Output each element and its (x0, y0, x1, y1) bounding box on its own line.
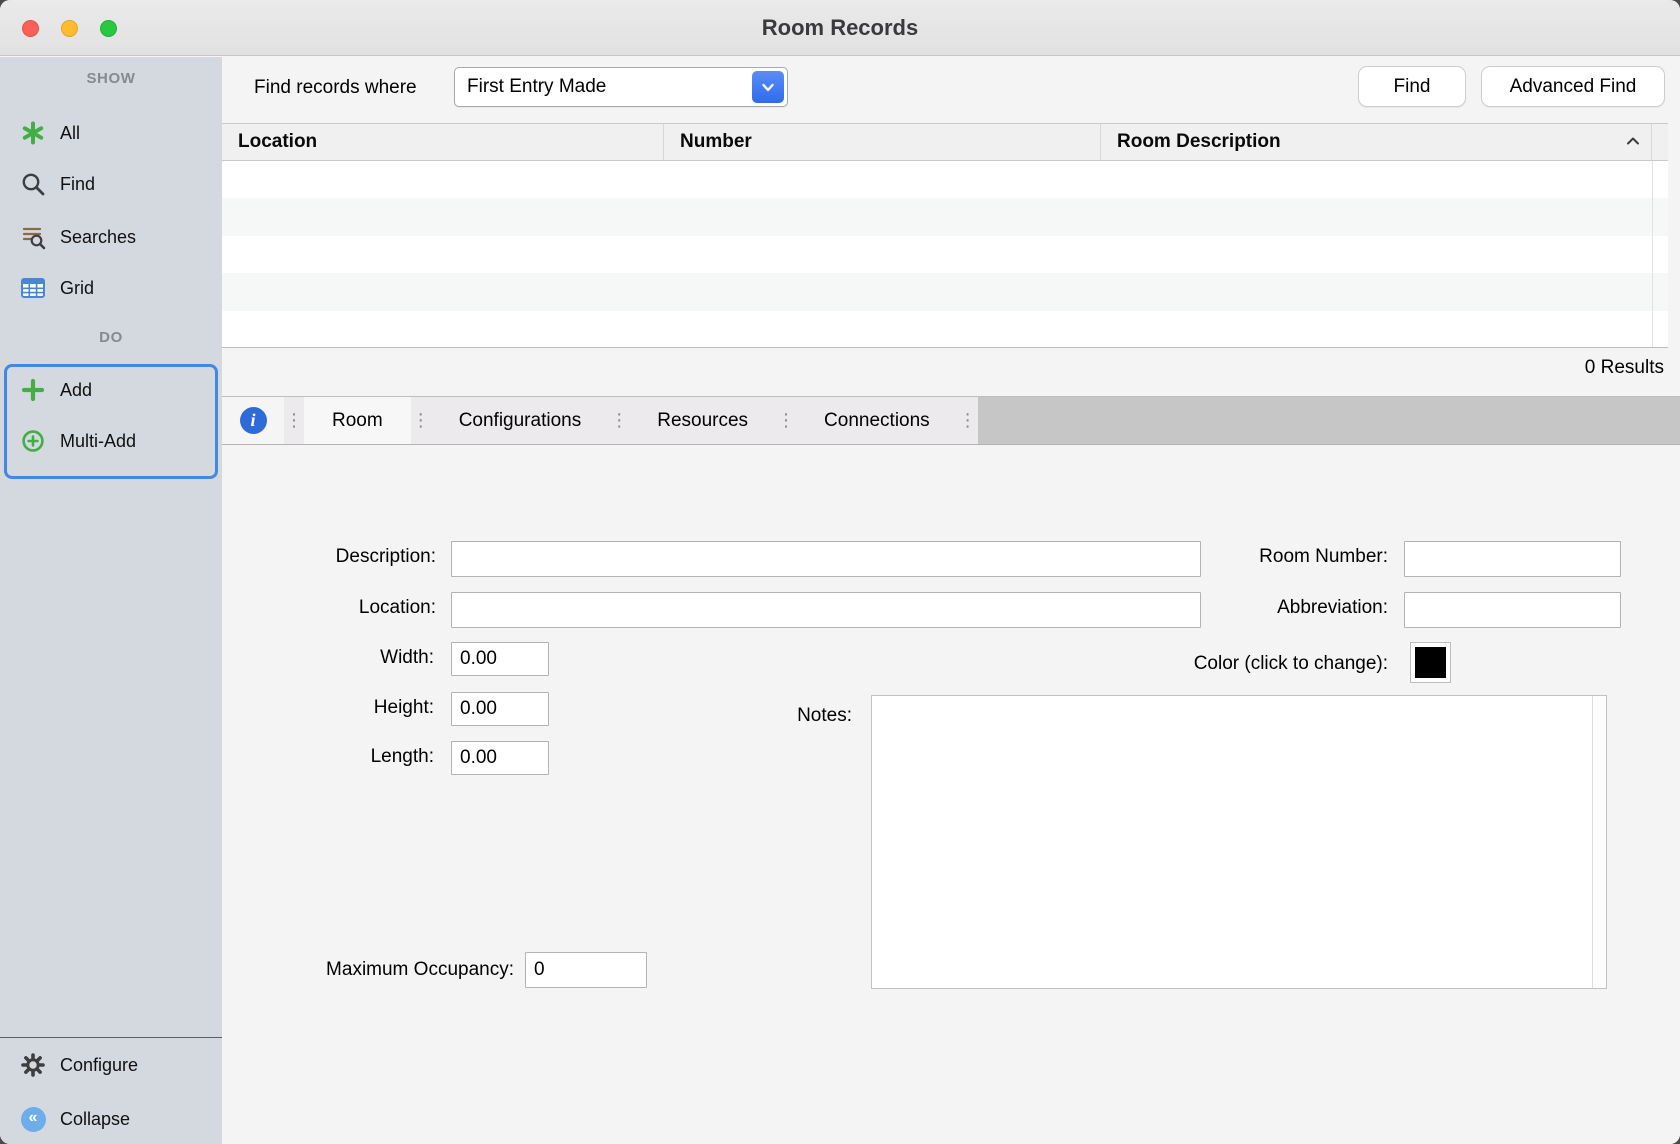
zoom-button[interactable] (100, 20, 117, 37)
abbreviation-input[interactable] (1404, 592, 1621, 628)
tab-resources[interactable]: Resources (629, 397, 776, 444)
column-header-location[interactable]: Location (222, 124, 664, 160)
sidebar-item-label: Multi-Add (60, 431, 136, 452)
results-count: 0 Results (1585, 357, 1664, 379)
notes-label: Notes: (712, 705, 852, 727)
grid-icon (20, 275, 46, 301)
sidebar-item-add[interactable]: Add (0, 366, 222, 414)
sidebar-item-grid[interactable]: Grid (0, 264, 222, 312)
color-label: Color (click to change): (1038, 653, 1388, 675)
color-swatch[interactable] (1410, 642, 1451, 683)
sidebar-item-collapse[interactable]: « Collapse (0, 1095, 222, 1143)
sidebar-item-searches[interactable]: Searches (0, 213, 222, 261)
tab-room[interactable]: Room (304, 397, 411, 444)
room-form: Description: Room Number: Location: Abbr… (222, 446, 1680, 1144)
description-label: Description: (262, 546, 436, 568)
tab-configurations[interactable]: Configurations (431, 397, 610, 444)
abbreviation-label: Abbreviation: (1188, 597, 1388, 619)
advanced-find-button[interactable]: Advanced Find (1481, 66, 1665, 107)
sidebar-item-label: All (60, 123, 80, 144)
results-table-body (222, 161, 1668, 348)
height-input[interactable] (451, 692, 549, 726)
close-button[interactable] (22, 20, 39, 37)
magnifier-icon (20, 171, 46, 197)
dropdown-selected-value: First Entry Made (467, 68, 606, 106)
tab-separator: ⋮ (284, 397, 304, 444)
length-label: Length: (322, 746, 434, 768)
sidebar-item-multi-add[interactable]: Multi-Add (0, 417, 222, 465)
column-header-number[interactable]: Number (664, 124, 1101, 160)
notes-textarea[interactable] (871, 695, 1607, 989)
sidebar-item-find[interactable]: Find (0, 160, 222, 208)
sidebar-item-all[interactable]: All (0, 109, 222, 157)
find-button[interactable]: Find (1358, 66, 1466, 107)
tab-separator: ⋮ (958, 397, 978, 444)
sidebar-item-label: Configure (60, 1055, 138, 1076)
sidebar-divider (0, 1037, 222, 1038)
header-scrollbar-cell (1652, 124, 1668, 160)
tab-group: i ⋮ Room ⋮ Configurations ⋮ Resources ⋮ … (222, 397, 978, 444)
color-swatch-fill (1415, 647, 1446, 678)
tab-strip: i ⋮ Room ⋮ Configurations ⋮ Resources ⋮ … (222, 396, 1680, 445)
room-number-input[interactable] (1404, 541, 1621, 577)
location-label: Location: (262, 597, 436, 619)
maximum-occupancy-input[interactable] (525, 952, 647, 988)
asterisk-icon (20, 120, 46, 146)
do-section-header: DO (0, 329, 222, 346)
results-table-header: Location Number Room Description (222, 123, 1668, 161)
find-records-where-label: Find records where (254, 68, 417, 108)
notes-scrollbar-track[interactable] (1592, 696, 1606, 988)
info-button[interactable]: i (222, 397, 284, 444)
sort-ascending-icon[interactable] (1625, 131, 1641, 153)
info-icon: i (240, 407, 267, 434)
room-number-label: Room Number: (1188, 546, 1388, 568)
tab-connections[interactable]: Connections (796, 397, 958, 444)
column-header-room-description[interactable]: Room Description (1101, 124, 1652, 160)
window-title: Room Records (0, 0, 1680, 56)
height-label: Height: (322, 697, 434, 719)
table-scrollbar-track[interactable] (1652, 161, 1668, 347)
location-input[interactable] (451, 592, 1201, 628)
description-input[interactable] (451, 541, 1201, 577)
tab-separator: ⋮ (609, 397, 629, 444)
sidebar-item-label: Searches (60, 227, 136, 248)
sidebar-item-label: Find (60, 174, 95, 195)
titlebar: Room Records (0, 0, 1680, 56)
find-field-dropdown[interactable]: First Entry Made (454, 67, 788, 107)
collapse-icon: « (20, 1106, 46, 1132)
sidebar-item-label: Add (60, 380, 92, 401)
tab-separator: ⋮ (411, 397, 431, 444)
width-label: Width: (322, 647, 434, 669)
traffic-lights (22, 20, 117, 37)
app-window: Room Records SHOW All Find (0, 0, 1680, 1144)
column-header-label: Room Description (1117, 131, 1281, 153)
width-input[interactable] (451, 642, 549, 676)
sidebar-item-label: Collapse (60, 1109, 130, 1130)
chevron-down-icon[interactable] (752, 71, 784, 103)
tab-strip-filler (978, 397, 1680, 444)
saved-search-icon (20, 224, 46, 250)
sidebar: SHOW All Find Searches (0, 57, 222, 1144)
gear-icon (20, 1052, 46, 1078)
minimize-button[interactable] (61, 20, 78, 37)
maximum-occupancy-label: Maximum Occupancy: (282, 959, 514, 981)
show-section-header: SHOW (0, 70, 222, 87)
tab-separator: ⋮ (776, 397, 796, 444)
plus-icon (20, 377, 46, 403)
multi-add-icon (20, 428, 46, 454)
sidebar-item-label: Grid (60, 278, 94, 299)
sidebar-item-configure[interactable]: Configure (0, 1041, 222, 1089)
length-input[interactable] (451, 741, 549, 775)
